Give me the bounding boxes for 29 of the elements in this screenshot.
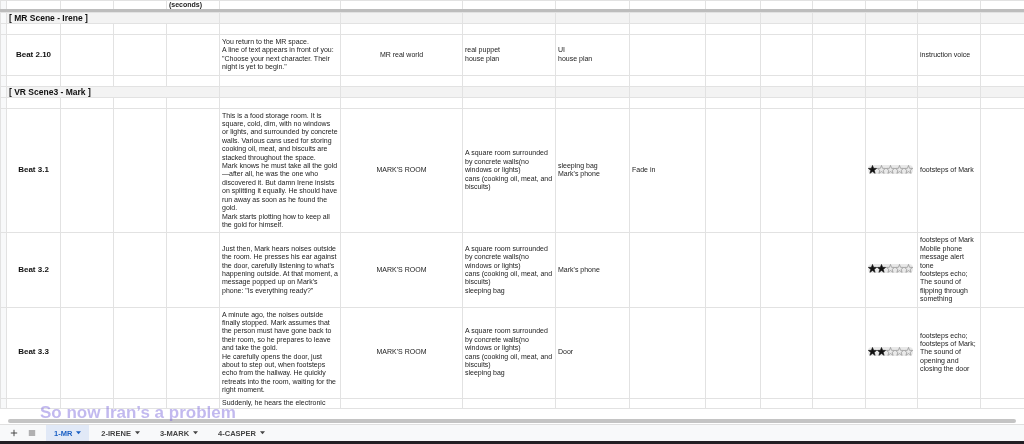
section-heading: [ MR Scene - Irene ]: [9, 13, 88, 23]
star-icon: [877, 346, 886, 356]
star-icon: [886, 264, 895, 274]
star-icon: [877, 164, 886, 174]
star-icon: [886, 346, 895, 356]
star-icon: [886, 164, 895, 174]
star-icon: [868, 346, 877, 356]
caret-icon: [134, 431, 140, 435]
star-icon: [895, 346, 904, 356]
star-icon: [904, 264, 913, 274]
section-heading: [ VR Scene3 - Mark ]: [9, 87, 91, 97]
star-icon: [877, 264, 886, 274]
star-rating[interactable]: [868, 164, 913, 174]
star-icon: [895, 264, 904, 274]
table-cell: Beat 2.10: [6, 34, 61, 76]
caret-icon: [260, 431, 266, 435]
star-icon: [868, 264, 877, 274]
add-sheet-icon[interactable]: [10, 429, 18, 437]
star-icon: [904, 346, 913, 356]
caret-icon: [193, 431, 199, 435]
caret-icon: [76, 431, 82, 435]
star-rating[interactable]: [868, 346, 913, 356]
table-cell: Beat 3.3: [6, 307, 61, 399]
table-cell: Beat 3.1: [6, 108, 61, 233]
star-icon: [868, 164, 877, 174]
star-rating[interactable]: [868, 264, 913, 274]
star-icon: [904, 164, 913, 174]
star-icon: [895, 164, 904, 174]
table-cell: Beat 3.2: [6, 232, 61, 308]
